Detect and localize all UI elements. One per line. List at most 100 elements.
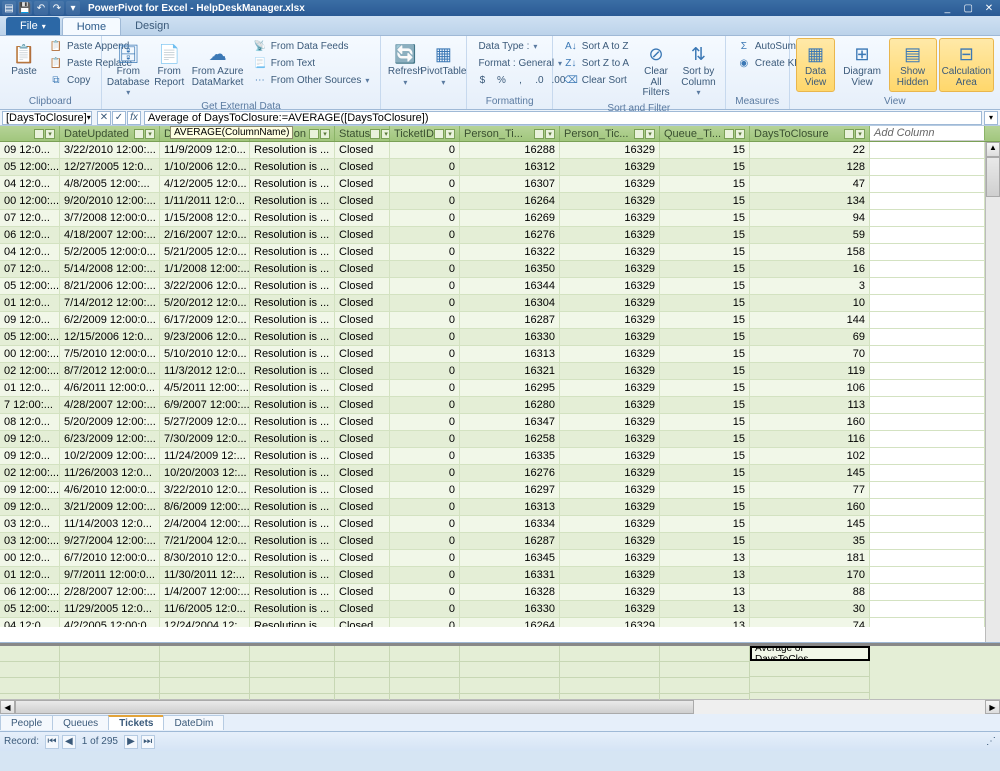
table-cell[interactable]: Resolution is ... [250, 176, 335, 193]
table-cell[interactable]: 0 [390, 550, 460, 567]
table-cell[interactable]: 7/5/2010 12:00:0... [60, 346, 160, 363]
table-cell[interactable]: 15 [660, 397, 750, 414]
table-cell[interactable]: 3 [750, 278, 870, 295]
table-cell[interactable]: 03 12:0... [0, 516, 60, 533]
table-cell[interactable]: 2/4/2004 12:00:... [160, 516, 250, 533]
table-cell[interactable]: 16313 [460, 346, 560, 363]
table-cell[interactable]: 16329 [560, 142, 660, 159]
table-cell[interactable]: 4/8/2005 12:00:... [60, 176, 160, 193]
table-cell[interactable]: 16335 [460, 448, 560, 465]
table-cell[interactable]: 0 [390, 176, 460, 193]
record-first-icon[interactable]: ⏮ [45, 735, 59, 749]
table-cell[interactable]: 4/5/2011 12:00:... [160, 380, 250, 397]
table-cell[interactable]: 7/14/2012 12:00:... [60, 295, 160, 312]
column-header[interactable]: Person_Tic...▾ [560, 126, 660, 141]
table-cell[interactable]: 59 [750, 227, 870, 244]
sort-za-button[interactable]: Z↓Sort Z to A [559, 55, 634, 72]
table-cell[interactable]: 8/6/2009 12:00:... [160, 499, 250, 516]
table-cell[interactable]: 16322 [460, 244, 560, 261]
table-cell[interactable]: 16330 [460, 329, 560, 346]
table-cell[interactable]: 0 [390, 244, 460, 261]
table-cell[interactable]: 16297 [460, 482, 560, 499]
table-cell[interactable]: Closed [335, 210, 390, 227]
table-cell[interactable]: 13 [660, 550, 750, 567]
table-cell[interactable]: 4/6/2010 12:00:0... [60, 482, 160, 499]
table-row[interactable]: 05 12:00:...12/15/2006 12:0...9/23/2006 … [0, 329, 1000, 346]
currency-button[interactable]: $ [473, 72, 491, 89]
design-tab[interactable]: Design [121, 17, 183, 35]
table-cell[interactable]: 16329 [560, 363, 660, 380]
table-cell[interactable]: Resolution is ... [250, 448, 335, 465]
table-row[interactable]: 02 12:00:...8/7/2012 12:00:0...11/3/2012… [0, 363, 1000, 380]
table-cell[interactable]: 16329 [560, 414, 660, 431]
table-cell[interactable]: 6/7/2010 12:00:0... [60, 550, 160, 567]
table-cell[interactable]: 102 [750, 448, 870, 465]
table-cell[interactable]: Closed [335, 533, 390, 550]
table-cell[interactable]: 11/14/2003 12:0... [60, 516, 160, 533]
save-icon[interactable]: 💾 [18, 1, 32, 15]
table-cell[interactable]: Resolution is ... [250, 346, 335, 363]
table-cell[interactable]: 09 12:00:... [0, 482, 60, 499]
filter-icon[interactable]: ▾ [145, 129, 155, 139]
formula-expand-icon[interactable]: ▾ [984, 111, 998, 125]
table-cell[interactable]: 9/7/2011 12:00:0... [60, 567, 160, 584]
table-row[interactable]: 09 12:00:...4/6/2010 12:00:0...3/22/2010… [0, 482, 1000, 499]
table-row[interactable]: 01 12:0...4/6/2011 12:00:0...4/5/2011 12… [0, 380, 1000, 397]
table-cell[interactable]: 10 [750, 295, 870, 312]
table-cell[interactable]: Resolution is ... [250, 380, 335, 397]
table-cell[interactable]: Resolution is ... [250, 142, 335, 159]
table-cell[interactable]: 16276 [460, 227, 560, 244]
table-row[interactable]: 05 12:00:...12/27/2005 12:0...1/10/2006 … [0, 159, 1000, 176]
formula-namebox[interactable]: [DaysToClosure]▾ [2, 111, 92, 125]
table-cell[interactable]: Closed [335, 482, 390, 499]
table-cell[interactable]: 13 [660, 567, 750, 584]
table-cell[interactable]: Resolution is ... [250, 363, 335, 380]
filter-icon[interactable]: ▾ [45, 129, 55, 139]
table-cell[interactable]: Resolution is ... [250, 584, 335, 601]
table-cell[interactable]: 15 [660, 176, 750, 193]
table-cell[interactable]: 116 [750, 431, 870, 448]
table-cell[interactable]: 16329 [560, 295, 660, 312]
from-report-button[interactable]: 📄From Report [151, 38, 187, 92]
table-cell[interactable]: 13 [660, 601, 750, 618]
table-cell[interactable]: Closed [335, 346, 390, 363]
table-cell[interactable]: 16350 [460, 261, 560, 278]
table-cell[interactable]: 0 [390, 448, 460, 465]
table-cell[interactable]: 16329 [560, 533, 660, 550]
table-cell[interactable]: 11/24/2009 12:... [160, 448, 250, 465]
table-cell[interactable]: 16329 [560, 482, 660, 499]
sort-icon[interactable] [434, 129, 444, 139]
table-cell[interactable]: 0 [390, 397, 460, 414]
table-cell[interactable]: 16258 [460, 431, 560, 448]
filter-icon[interactable]: ▾ [855, 129, 865, 139]
table-cell[interactable]: 15 [660, 295, 750, 312]
table-cell[interactable]: 4/6/2011 12:00:0... [60, 380, 160, 397]
table-row[interactable]: 07 12:0...3/7/2008 12:00:0...1/15/2008 1… [0, 210, 1000, 227]
table-cell[interactable]: 0 [390, 516, 460, 533]
table-cell[interactable]: Closed [335, 159, 390, 176]
table-cell[interactable]: 16269 [460, 210, 560, 227]
table-cell[interactable]: 16307 [460, 176, 560, 193]
qat-more-icon[interactable]: ▾ [66, 1, 80, 15]
sheet-tab[interactable]: People [0, 715, 53, 730]
table-cell[interactable]: 15 [660, 159, 750, 176]
table-cell[interactable]: Resolution is ... [250, 482, 335, 499]
table-cell[interactable]: 8/7/2012 12:00:0... [60, 363, 160, 380]
table-cell[interactable]: Resolution is ... [250, 414, 335, 431]
table-row[interactable]: 06 12:0...4/18/2007 12:00:...2/16/2007 1… [0, 227, 1000, 244]
table-cell[interactable]: 9/20/2010 12:00:... [60, 193, 160, 210]
table-row[interactable]: 05 12:00:...8/21/2006 12:00:...3/22/2006… [0, 278, 1000, 295]
scroll-right-icon[interactable]: ▶ [985, 700, 1000, 714]
table-cell[interactable]: 00 12:00:... [0, 193, 60, 210]
table-cell[interactable]: 16 [750, 261, 870, 278]
table-cell[interactable]: 3/22/2006 12:0... [160, 278, 250, 295]
filter-icon[interactable]: ▾ [320, 129, 330, 139]
table-cell[interactable]: Closed [335, 414, 390, 431]
table-cell[interactable]: Resolution is ... [250, 618, 335, 627]
table-cell[interactable]: 15 [660, 499, 750, 516]
table-cell[interactable]: 160 [750, 414, 870, 431]
table-cell[interactable]: Closed [335, 193, 390, 210]
table-cell[interactable]: 5/20/2009 12:00:... [60, 414, 160, 431]
table-cell[interactable]: Closed [335, 584, 390, 601]
table-cell[interactable]: 16345 [460, 550, 560, 567]
